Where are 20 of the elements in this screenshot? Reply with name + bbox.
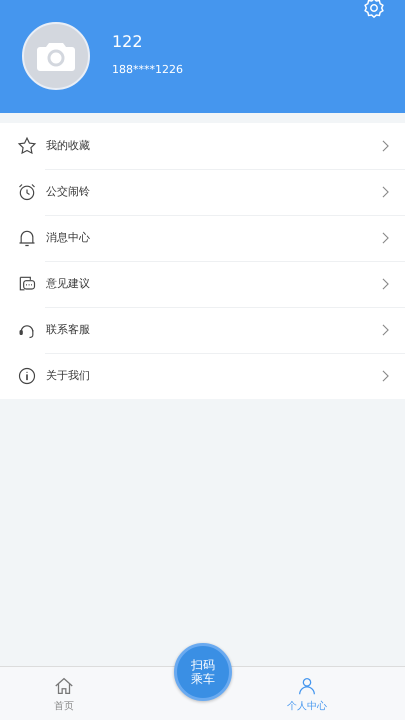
chevron-right-icon: [382, 140, 389, 152]
star-icon: [17, 136, 37, 156]
chevron-right-icon: [382, 278, 389, 290]
user-name: 122: [112, 32, 144, 50]
info-icon: [17, 366, 37, 386]
tab-label: 个人中心: [287, 700, 327, 712]
tab-label: 首页: [54, 700, 74, 712]
menu-item[interactable]: 公交闹铃: [0, 169, 405, 215]
settings-icon[interactable]: [363, 0, 385, 19]
chevron-right-icon: [382, 186, 389, 198]
alarm-clock-icon: [17, 182, 37, 202]
menu-item[interactable]: 意见建议: [0, 261, 405, 307]
menu-item[interactable]: 联系客服: [0, 307, 405, 353]
chevron-right-icon: [382, 324, 389, 336]
chevron-right-icon: [382, 232, 389, 244]
menu-item[interactable]: 消息中心: [0, 215, 405, 261]
menu-item[interactable]: 关于我们: [0, 353, 405, 399]
menu-item[interactable]: 我的收藏: [0, 123, 405, 169]
chevron-right-icon: [382, 370, 389, 382]
phone-number: 188****1226: [112, 62, 183, 76]
